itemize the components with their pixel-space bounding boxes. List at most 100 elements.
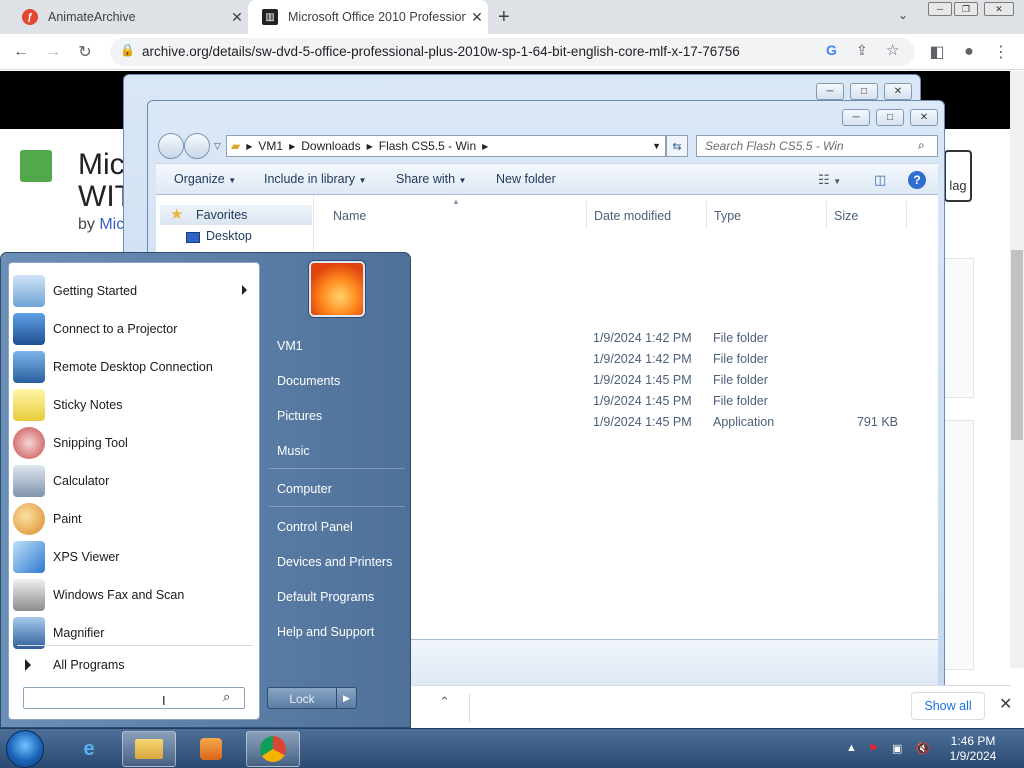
column-divider[interactable]	[826, 201, 827, 229]
all-programs-button[interactable]: All Programs	[19, 653, 255, 677]
preview-pane-icon[interactable]: ◫	[874, 172, 886, 188]
program-snipping-tool[interactable]: Snipping Tool	[13, 425, 257, 461]
new-folder-button[interactable]: New folder	[496, 172, 556, 186]
file-row[interactable]: 1/9/2024 1:45 PM File folder	[326, 392, 926, 413]
column-type[interactable]: Type	[714, 209, 741, 223]
program-connect-projector[interactable]: Connect to a Projector	[13, 311, 257, 347]
start-item-computer[interactable]: Computer	[269, 474, 409, 504]
search-icon[interactable]: ⌕	[918, 138, 925, 153]
program-calculator[interactable]: Calculator	[13, 463, 257, 499]
start-search-input[interactable]	[23, 687, 245, 709]
maximize-button[interactable]: □	[876, 109, 904, 126]
nav-item-desktop[interactable]: Desktop	[206, 229, 252, 243]
profile-icon[interactable]: ●	[958, 41, 980, 63]
start-item-default-programs[interactable]: Default Programs	[269, 582, 409, 612]
address-dropdown-icon[interactable]: ▼	[652, 141, 661, 151]
program-xps-viewer[interactable]: XPS Viewer	[13, 539, 257, 575]
share-icon[interactable]: ⇪	[856, 42, 868, 59]
close-tab-icon[interactable]: ✕	[226, 9, 248, 26]
close-window-button[interactable]: ✕	[984, 2, 1014, 16]
media-player-icon[interactable]	[184, 731, 238, 767]
start-item-help-support[interactable]: Help and Support	[269, 617, 409, 647]
explorer-address-bar[interactable]: ▰ ▶ VM1 ▶ Downloads ▶ Flash CS5.5 - Win …	[226, 135, 666, 157]
menu-kebab-icon[interactable]: ⋮	[990, 41, 1012, 63]
close-button[interactable]: ✕	[884, 83, 912, 100]
byline-author[interactable]: Mic	[99, 216, 124, 233]
explorer-search-input[interactable]: Search Flash CS5.5 - Win	[696, 135, 938, 157]
breadcrumb-downloads[interactable]: Downloads	[301, 139, 360, 153]
start-item-devices-printers[interactable]: Devices and Printers	[269, 547, 409, 577]
show-all-button[interactable]: Show all	[911, 692, 985, 720]
user-picture[interactable]	[309, 261, 365, 317]
reload-icon[interactable]: ↻	[74, 41, 96, 63]
address-bar[interactable]: 🔒 archive.org/details/sw-dvd-5-office-pr…	[110, 38, 915, 66]
google-lens-icon[interactable]: G	[826, 42, 837, 58]
program-paint[interactable]: Paint	[13, 501, 257, 537]
close-tab-icon[interactable]: ✕	[466, 9, 488, 26]
file-row[interactable]: 1/9/2024 1:45 PM Application 791 KB	[326, 413, 926, 434]
bookmark-star-icon[interactable]: ☆	[886, 41, 899, 59]
organize-button[interactable]: Organize ▼	[174, 172, 236, 186]
minimize-button[interactable]: ─	[816, 83, 844, 100]
action-center-icon[interactable]: ⚑	[868, 742, 878, 755]
tab-search-chevron-icon[interactable]: ⌄	[898, 8, 908, 22]
volume-muted-icon[interactable]: 🔇	[916, 742, 930, 755]
internet-explorer-icon[interactable]: e	[62, 731, 116, 767]
show-hidden-icons-icon[interactable]: ▲	[846, 742, 857, 754]
clock[interactable]: 1:46 PM 1/9/2024	[930, 734, 1016, 764]
page-scrollbar-thumb[interactable]	[1011, 250, 1023, 440]
url-text[interactable]: archive.org/details/sw-dvd-5-office-prof…	[142, 44, 740, 59]
file-type: File folder	[713, 373, 768, 387]
tab-animate-archive[interactable]: ƒ AnimateArchive ✕	[8, 0, 248, 34]
network-icon[interactable]: ▣	[892, 742, 902, 755]
maximize-button[interactable]: □	[850, 83, 878, 100]
forward-arrow-icon[interactable]	[184, 133, 210, 159]
column-divider[interactable]	[906, 201, 907, 229]
shutdown-options-arrow-icon[interactable]: ▶	[336, 688, 356, 708]
breadcrumb-vm1[interactable]: VM1	[258, 139, 283, 153]
getting-started-icon	[13, 275, 45, 307]
file-row[interactable]: 1/9/2024 1:42 PM File folder	[326, 350, 926, 371]
restore-button[interactable]: ❐	[954, 2, 978, 16]
start-item-control-panel[interactable]: Control Panel	[269, 512, 409, 542]
program-fax-scan[interactable]: Windows Fax and Scan	[13, 577, 257, 613]
chevron-up-icon[interactable]: ⌃	[439, 694, 450, 710]
refresh-icon[interactable]: ⇆	[666, 135, 688, 157]
side-panel-icon[interactable]: ◧	[926, 41, 948, 63]
windows-explorer-icon[interactable]	[122, 731, 176, 767]
lock-button[interactable]: Lock ▶	[267, 687, 357, 709]
start-item-music[interactable]: Music	[269, 436, 409, 466]
start-orb-windows-icon[interactable]	[6, 730, 44, 768]
view-options-icon[interactable]: ☷ ▼	[818, 172, 841, 188]
file-row[interactable]: 1/9/2024 1:45 PM File folder	[326, 371, 926, 392]
start-item-vm1[interactable]: VM1	[269, 331, 409, 361]
chrome-icon[interactable]	[246, 731, 300, 767]
start-item-pictures[interactable]: Pictures	[269, 401, 409, 431]
minimize-button[interactable]: ─	[842, 109, 870, 126]
column-divider[interactable]	[586, 201, 587, 229]
start-item-documents[interactable]: Documents	[269, 366, 409, 396]
include-library-button[interactable]: Include in library ▼	[264, 172, 366, 186]
new-tab-icon[interactable]: +	[498, 6, 510, 29]
back-arrow-icon[interactable]	[158, 133, 184, 159]
program-sticky-notes[interactable]: Sticky Notes	[13, 387, 257, 423]
program-getting-started[interactable]: Getting Started	[13, 273, 257, 309]
breadcrumb-flash[interactable]: Flash CS5.5 - Win	[379, 139, 476, 153]
column-divider[interactable]	[706, 201, 707, 229]
close-download-bar-icon[interactable]: ✕	[999, 694, 1012, 714]
help-icon[interactable]: ?	[908, 171, 926, 189]
recent-pages-chevron-icon[interactable]: ▽	[214, 141, 221, 152]
share-with-button[interactable]: Share with ▼	[396, 172, 466, 186]
program-remote-desktop[interactable]: Remote Desktop Connection	[13, 349, 257, 385]
back-icon[interactable]: ←	[10, 41, 32, 63]
column-date-modified[interactable]: Date modified	[594, 209, 671, 223]
close-button[interactable]: ✕	[910, 109, 938, 126]
tab-office-2010[interactable]: ▥ Microsoft Office 2010 Profession ✕	[248, 0, 488, 34]
search-icon[interactable]: ⌕	[223, 689, 230, 705]
column-name[interactable]: Name	[333, 209, 366, 223]
flag-button[interactable]: lag	[944, 150, 972, 202]
forward-icon[interactable]: →	[42, 41, 64, 63]
file-row[interactable]: ▰ deploy 1/9/2024 1:42 PM File folder	[326, 329, 926, 350]
column-size[interactable]: Size	[834, 209, 858, 223]
minimize-button[interactable]: ─	[928, 2, 952, 16]
